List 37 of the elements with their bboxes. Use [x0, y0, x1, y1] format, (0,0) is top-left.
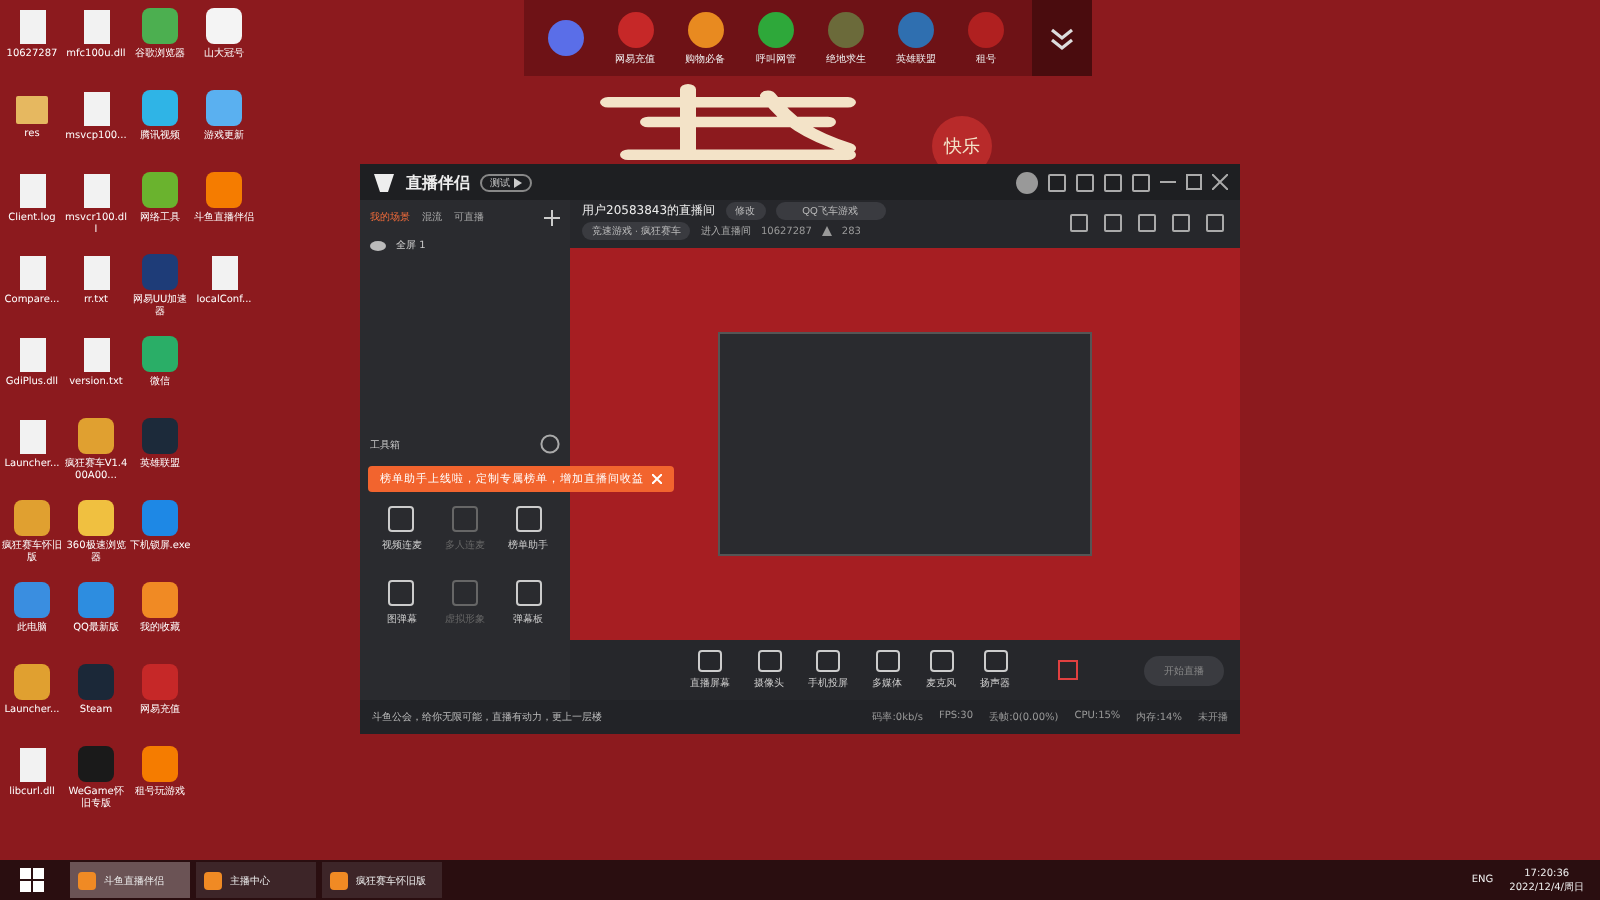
caret-icon	[514, 177, 522, 187]
logo-icon	[372, 170, 396, 194]
app-icon[interactable]	[757, 11, 794, 47]
app-title: 直播伴侣	[406, 171, 470, 193]
file-icon[interactable]	[83, 92, 109, 126]
file-icon[interactable]	[83, 10, 109, 44]
app-icon[interactable]	[206, 90, 242, 126]
eye-icon[interactable]	[370, 239, 386, 251]
file-icon[interactable]	[19, 748, 45, 782]
file-icon[interactable]	[19, 256, 45, 290]
file-icon[interactable]	[19, 338, 45, 372]
file-icon[interactable]	[19, 174, 45, 208]
close-icon[interactable]	[1212, 174, 1228, 190]
file-icon[interactable]	[19, 420, 45, 454]
app-icon[interactable]	[206, 172, 242, 208]
app-icon[interactable]	[142, 582, 178, 618]
app-icon[interactable]	[78, 418, 114, 454]
maximize-icon[interactable]	[1186, 174, 1202, 190]
app-icon[interactable]	[14, 664, 50, 700]
windows-icon[interactable]	[20, 868, 44, 892]
app-icon[interactable]	[142, 746, 178, 782]
app-icon[interactable]	[14, 500, 50, 536]
record-icon[interactable]	[1058, 660, 1078, 680]
file-icon[interactable]	[83, 174, 109, 208]
more-icon[interactable]	[540, 434, 560, 454]
add-icon[interactable]	[544, 209, 560, 225]
app-icon[interactable]	[142, 90, 178, 126]
file-icon[interactable]	[19, 10, 45, 44]
app-icon[interactable]	[78, 500, 114, 536]
app-icon[interactable]	[687, 11, 724, 47]
file-icon[interactable]	[83, 256, 109, 290]
chevron-down-icon[interactable]	[1031, 0, 1092, 76]
app-icon[interactable]	[206, 8, 242, 44]
avatar-icon[interactable]	[1016, 171, 1038, 193]
file-icon[interactable]	[211, 256, 237, 290]
file-icon[interactable]	[83, 338, 109, 372]
app-icon[interactable]	[142, 172, 178, 208]
